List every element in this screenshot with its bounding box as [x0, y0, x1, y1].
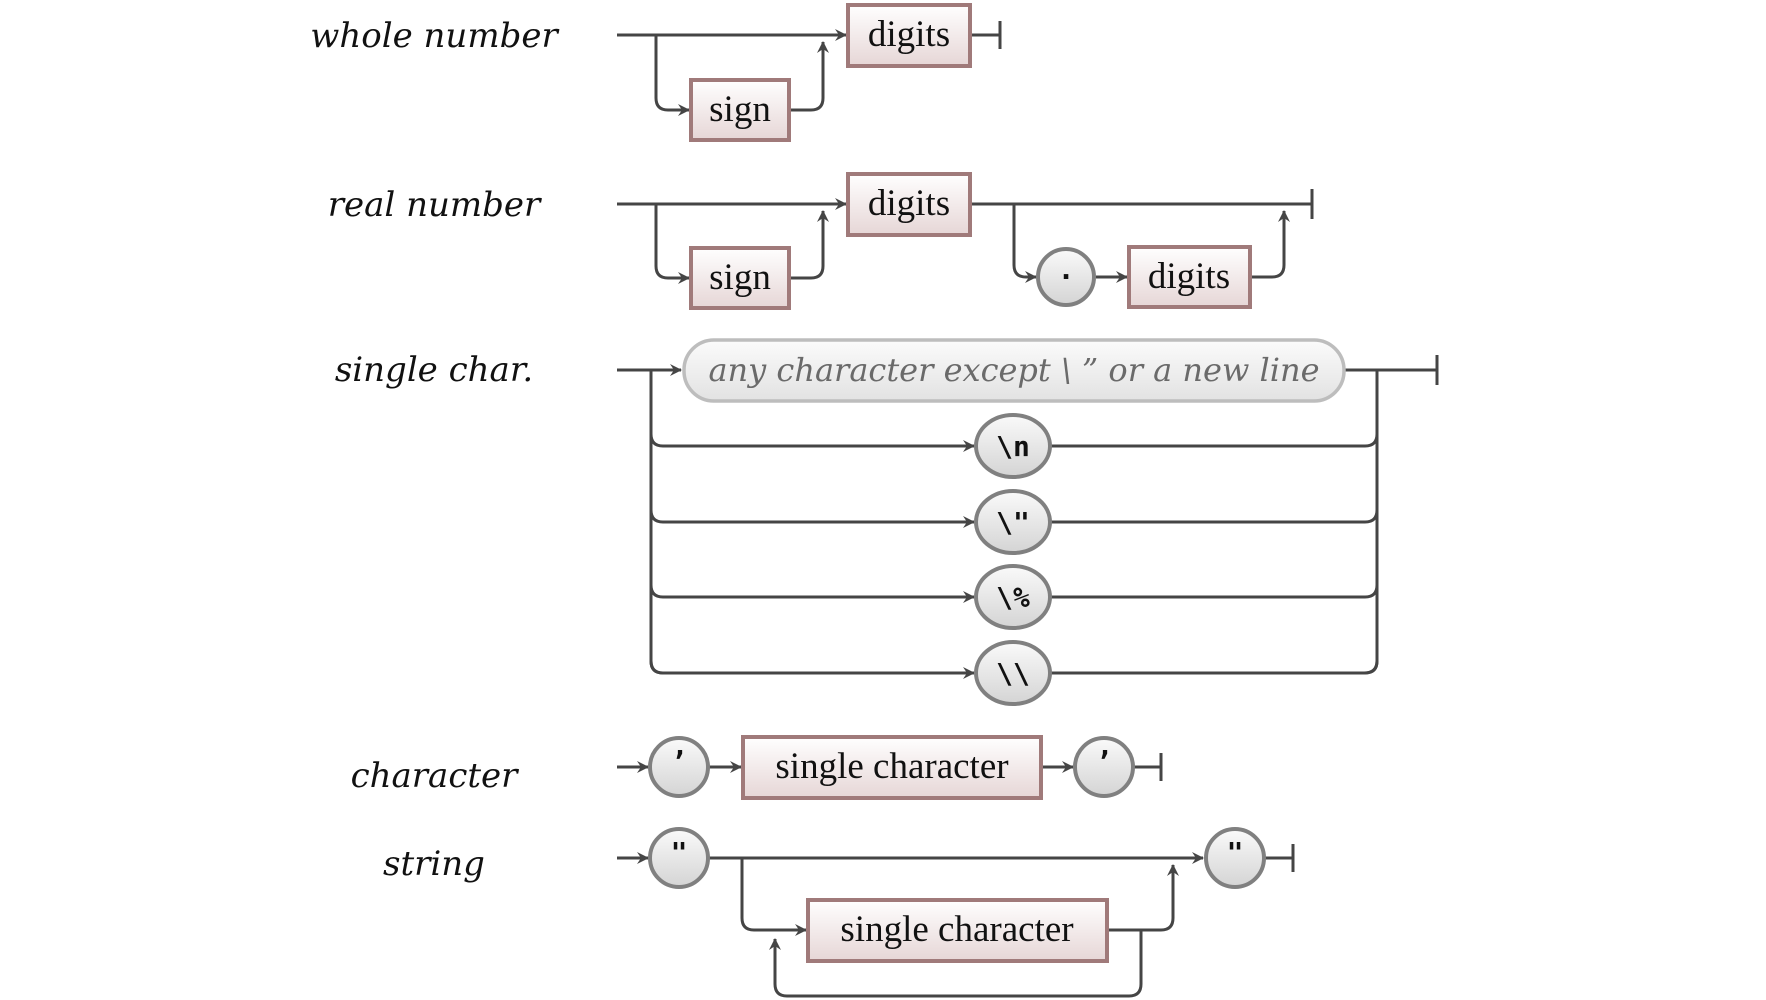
- nonterminal-label: sign: [709, 89, 771, 130]
- terminal-escape-sequence[interactable]: \": [974, 489, 1052, 555]
- rule-character: ’ single character ’: [617, 735, 1163, 800]
- alternative-row: \%: [649, 564, 1379, 630]
- nonterminal-sign[interactable]: sign: [689, 78, 791, 142]
- rule-label-character: character: [351, 756, 520, 796]
- nonterminal-single-character[interactable]: single character: [741, 735, 1043, 800]
- track-branch-out: [1050, 584, 1379, 599]
- track-branch-out: [1050, 433, 1379, 448]
- rule-real-number: sign digits · digits: [617, 172, 1314, 310]
- nonterminal-label: digits: [868, 14, 950, 55]
- terminal-label: ’: [671, 745, 688, 778]
- terminal-escape-sequence[interactable]: \\: [974, 640, 1052, 706]
- track-branch-in: [649, 660, 975, 679]
- rule-label-string: string: [383, 844, 485, 884]
- nonterminal-label: single character: [775, 746, 1008, 787]
- terminal-label: \%: [996, 581, 1030, 614]
- track-sign-branch: [654, 35, 690, 116]
- track-branch-in: [649, 584, 975, 603]
- alternative-row: \": [649, 489, 1379, 555]
- track-sign-return: [789, 41, 829, 112]
- track-branch-out: [1050, 660, 1379, 675]
- track-branch-in: [649, 509, 975, 528]
- nonterminal-digits[interactable]: digits: [846, 172, 972, 237]
- track-body-return: [1107, 864, 1179, 932]
- end-marker: [1133, 753, 1163, 781]
- terminal-dot[interactable]: ·: [1036, 247, 1096, 307]
- track-sign-return: [789, 210, 829, 280]
- track-fraction-branch: [1012, 204, 1037, 283]
- rule-label-real-number: real number: [328, 185, 542, 225]
- nonterminal-digits[interactable]: digits: [846, 3, 972, 68]
- description-label: any character except \ ” or a new line: [708, 351, 1319, 389]
- description-any-character[interactable]: any character except \ ” or a new line: [682, 338, 1346, 403]
- track-end: [970, 189, 1314, 219]
- track-branch-in: [649, 433, 975, 452]
- rule-single-char: \n \" \% \\ any character except \ ” or a n…: [617, 338, 1439, 706]
- rule-whole-number: sign digits: [617, 3, 1002, 142]
- track-end: [1344, 355, 1439, 385]
- nonterminal-sign[interactable]: sign: [689, 246, 791, 310]
- syntax-diagram: whole number real number single char. ch…: [310, 3, 1439, 998]
- nonterminal-label: digits: [868, 183, 950, 224]
- terminal-label: \n: [996, 430, 1030, 463]
- nonterminal-fraction-digits[interactable]: digits: [1127, 245, 1252, 309]
- track-branch-out: [1050, 509, 1379, 524]
- terminal-open-quote[interactable]: ": [648, 827, 710, 889]
- terminal-close-quote[interactable]: ’: [1073, 736, 1135, 798]
- terminal-escape-sequence[interactable]: \%: [974, 564, 1052, 630]
- terminal-label: \": [996, 506, 1030, 539]
- rule-string: " single character ": [617, 827, 1295, 998]
- terminal-label: ’: [1096, 745, 1113, 778]
- nonterminal-label: single character: [840, 909, 1073, 950]
- end-marker: [1264, 844, 1295, 872]
- nonterminal-label: digits: [1148, 256, 1230, 297]
- terminal-close-quote[interactable]: ": [1204, 827, 1266, 889]
- alternative-row: \n: [649, 413, 1379, 479]
- track-fraction-return: [1250, 210, 1290, 279]
- rule-label-whole-number: whole number: [310, 16, 559, 56]
- nonterminal-label: sign: [709, 257, 771, 298]
- track-sign-branch: [654, 204, 690, 284]
- terminal-label: \\: [996, 657, 1030, 690]
- terminal-label: ": [671, 836, 688, 869]
- nonterminal-single-character[interactable]: single character: [806, 898, 1109, 963]
- terminal-open-quote[interactable]: ’: [648, 736, 710, 798]
- rule-label-single-char: single char.: [335, 350, 533, 390]
- terminal-escape-sequence[interactable]: \n: [974, 413, 1052, 479]
- terminal-label: ·: [1058, 260, 1075, 293]
- terminal-label: ": [1227, 836, 1244, 869]
- track-body-branch: [740, 858, 807, 936]
- end-marker: [970, 21, 1002, 49]
- alternative-row: \\: [649, 640, 1379, 706]
